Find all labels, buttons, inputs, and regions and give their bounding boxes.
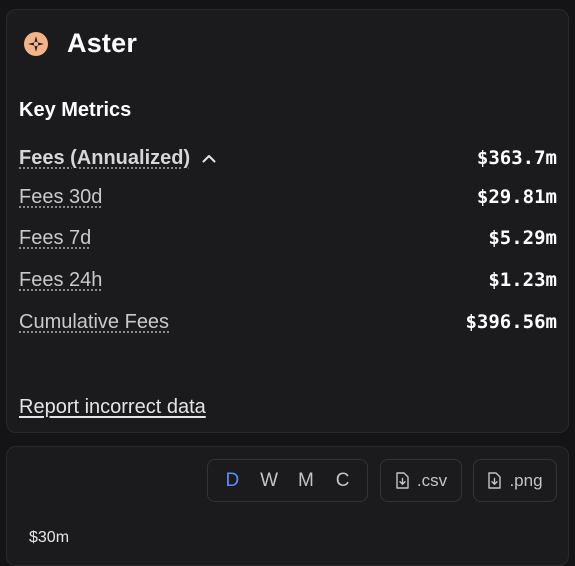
- metric-value: $29.81m: [476, 186, 557, 208]
- metric-label[interactable]: Cumulative Fees: [19, 311, 169, 334]
- metric-value: $1.23m: [488, 269, 557, 291]
- file-download-icon: [488, 472, 502, 489]
- metric-fees-30d: Fees 30d $29.81m: [19, 182, 557, 212]
- period-button-c[interactable]: C: [328, 470, 358, 492]
- metric-cumulative-fees: Cumulative Fees $396.56m: [19, 307, 557, 337]
- period-button-w[interactable]: W: [254, 470, 284, 492]
- metric-fees-7d: Fees 7d $5.29m: [19, 223, 557, 253]
- download-png-label: .png: [509, 470, 543, 490]
- download-csv-label: .csv: [416, 470, 448, 490]
- metrics-card: Aster Key Metrics Fees (Annualized) $363…: [6, 9, 569, 433]
- metric-fees-24h: Fees 24h $1.23m: [19, 265, 557, 295]
- metric-label[interactable]: Fees 24h: [19, 269, 102, 292]
- y-axis-tick-label: $30m: [29, 529, 70, 546]
- metric-label[interactable]: Fees (Annualized): [19, 147, 190, 170]
- period-button-m[interactable]: M: [291, 470, 321, 492]
- chevron-up-icon[interactable]: [202, 153, 216, 163]
- report-incorrect-data-link[interactable]: Report incorrect data: [19, 396, 206, 419]
- aster-logo-icon: [24, 31, 48, 56]
- metric-fees-annualized[interactable]: Fees (Annualized) $363.7m: [19, 143, 557, 173]
- metric-value: $363.7m: [476, 147, 557, 169]
- metric-value: $396.56m: [465, 311, 557, 333]
- file-download-icon: [396, 472, 409, 489]
- metric-value: $5.29m: [488, 227, 557, 249]
- protocol-header: Aster: [23, 28, 137, 59]
- metric-label[interactable]: Fees 7d: [19, 227, 91, 250]
- period-button-d[interactable]: D: [217, 470, 247, 492]
- download-png-button[interactable]: .png: [473, 459, 557, 502]
- metric-label[interactable]: Fees 30d: [19, 186, 102, 209]
- download-csv-button[interactable]: .csv: [380, 459, 462, 502]
- chart-card: D W M C .csv .png $30m: [6, 446, 569, 566]
- key-metrics-title: Key Metrics: [19, 99, 132, 121]
- period-selector: D W M C: [207, 459, 368, 502]
- protocol-title: Aster: [67, 28, 138, 58]
